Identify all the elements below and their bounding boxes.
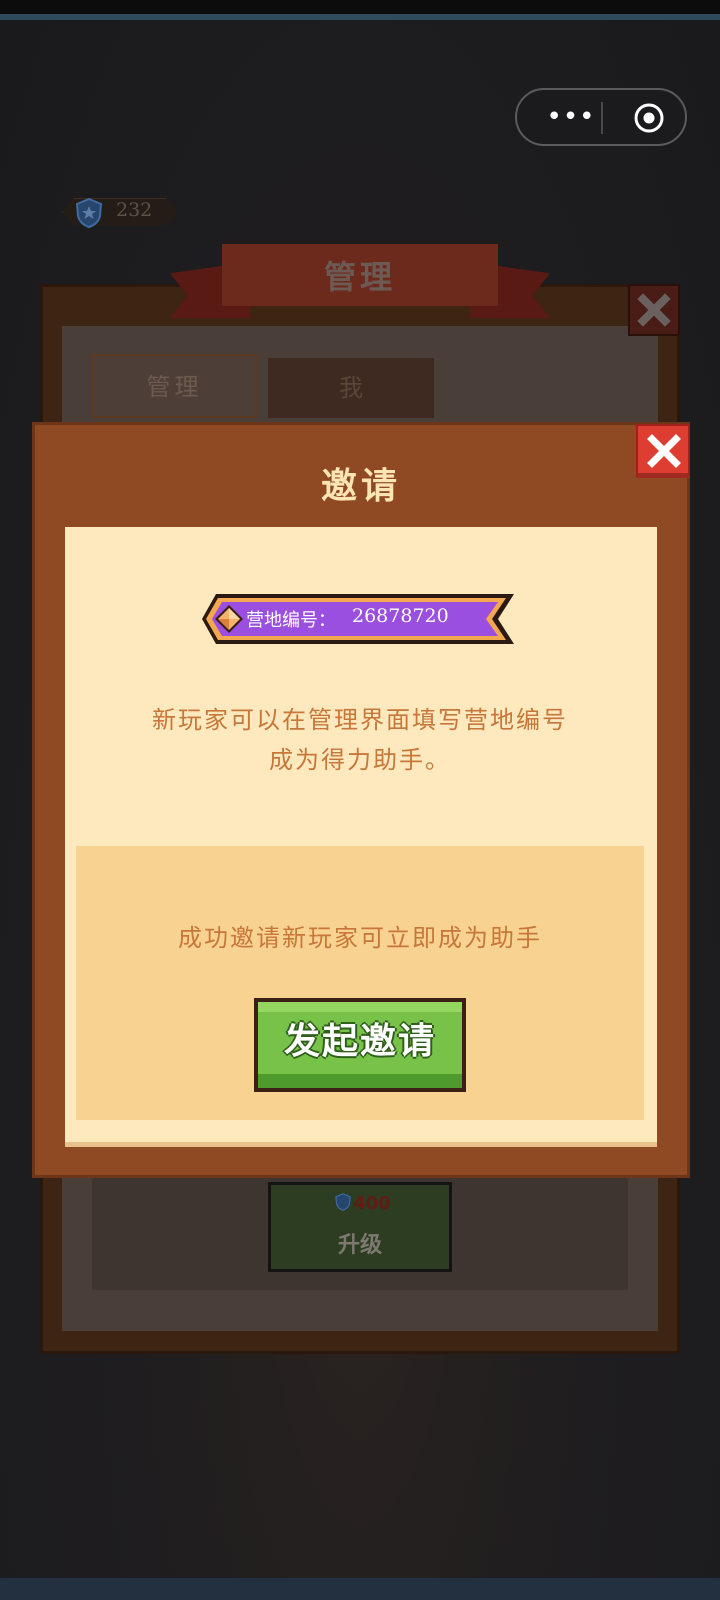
management-ribbon: 管理 — [170, 244, 550, 324]
currency-value: 232 — [116, 199, 153, 221]
tab-management[interactable]: 管理 — [92, 354, 257, 418]
shield-star-icon — [75, 197, 103, 229]
upgrade-label: 升级 — [337, 1233, 382, 1258]
tab-me[interactable]: 我 — [268, 358, 434, 418]
management-close-button[interactable] — [628, 284, 680, 336]
invite-button-highlight — [258, 1002, 462, 1012]
close-icon — [647, 434, 681, 468]
invite-close-button[interactable] — [636, 424, 690, 478]
camp-id-value: 26878720 — [352, 605, 449, 627]
upgrade-cost: 400 — [353, 1193, 391, 1214]
management-title: 管理 — [323, 258, 396, 296]
bottom-bar — [0, 1578, 720, 1600]
invite-description-line1: 新玩家可以在管理界面填写营地编号 — [152, 706, 568, 734]
close-icon — [637, 293, 671, 327]
upgrade-button[interactable]: 400 升级 — [268, 1182, 452, 1272]
invite-button-shadow — [258, 1074, 462, 1088]
camp-id-label: 营地编号： — [246, 610, 336, 631]
more-dots-icon[interactable]: ••• — [541, 100, 601, 134]
send-invite-button[interactable]: 发起邀请 — [254, 998, 466, 1092]
target-icon[interactable] — [633, 102, 665, 134]
invite-button-label: 发起邀请 — [283, 1021, 436, 1062]
miniprogram-capsule: ••• — [515, 88, 687, 146]
camp-id-badge: 营地编号： 26878720 — [200, 592, 520, 646]
invite-description-line2: 成为得力助手。 — [269, 746, 451, 774]
invite-description: 新玩家可以在管理界面填写营地编号 成为得力助手。 — [62, 700, 658, 780]
capsule-divider — [601, 102, 603, 134]
status-bar — [0, 0, 720, 14]
currency-counter: 232 — [56, 196, 184, 229]
invite-note: 成功邀请新玩家可立即成为助手 — [178, 924, 542, 952]
diamond-gem-icon — [215, 605, 243, 633]
invite-dialog-title: 邀请 — [320, 466, 401, 507]
